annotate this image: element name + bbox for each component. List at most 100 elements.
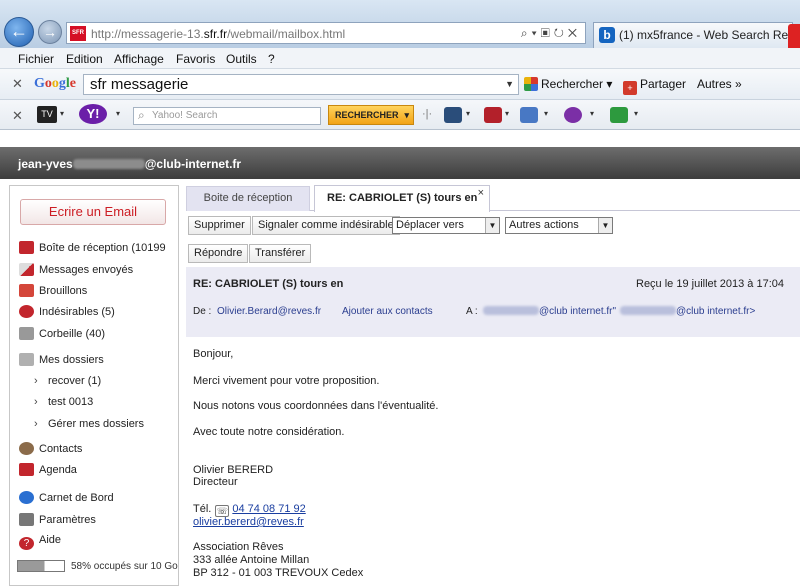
user-account-bar: jean-yves @club-internet.fr <box>0 147 800 179</box>
folder-trash[interactable]: Corbeille (40) <box>19 327 105 345</box>
chevron-down-icon[interactable]: ▾ <box>544 109 548 118</box>
browser-tab-title: (1) mx5france - Web Search Re... <box>619 28 799 42</box>
tab-message[interactable]: RE: CABRIOLET (S) tours en × <box>314 185 490 212</box>
report-spam-button[interactable]: Signaler comme indésirable <box>252 216 400 235</box>
compose-button[interactable]: Ecrire un Email <box>20 199 166 225</box>
signature-org: Association Rêves <box>193 541 284 553</box>
menu-affichage[interactable]: Affichage <box>114 52 164 66</box>
signature-address: 333 allée Antoine Millan <box>193 554 310 566</box>
chevron-down-icon[interactable]: ▾ <box>60 109 64 118</box>
google-search-button[interactable]: Rechercher ▾ <box>524 77 612 91</box>
chevron-down-icon[interactable]: ▾ <box>590 109 594 118</box>
signature-email-link[interactable]: olivier.bererd@reves.fr <box>193 516 304 528</box>
folder-inbox[interactable]: Boîte de réception (10199 <box>19 241 166 259</box>
delete-button[interactable]: Supprimer <box>188 216 251 235</box>
other-actions-select[interactable]: Autres actions ▼ <box>505 217 613 234</box>
share-button[interactable]: + Partager <box>623 77 686 95</box>
body-line: Merci vivement pour votre proposition. <box>193 375 380 387</box>
close-toolbar-icon[interactable]: ✕ <box>12 108 23 124</box>
signature-name: Olivier BERERD <box>193 464 274 476</box>
help-icon: ? <box>19 537 34 550</box>
phone-link[interactable]: 04 74 08 71 92 <box>232 503 305 515</box>
browser-titlebar: ← → SFR http://messagerie-13.sfr.fr/webm… <box>0 0 800 48</box>
close-tab-icon[interactable] <box>788 24 800 48</box>
calendar-icon <box>19 463 34 476</box>
menu-help[interactable]: ? <box>268 52 275 66</box>
folder-drafts[interactable]: Brouillons <box>19 284 87 302</box>
message-header: RE: CABRIOLET (S) tours en Reçu le 19 ju… <box>186 267 800 337</box>
mail-icon[interactable] <box>520 107 538 123</box>
dashboard-link[interactable]: Carnet de Bord <box>19 491 114 509</box>
google-logo: Google <box>34 76 76 91</box>
redacted-block <box>620 306 676 315</box>
menu-outils[interactable]: Outils <box>226 52 257 66</box>
alert-icon[interactable] <box>484 107 502 123</box>
close-toolbar-icon[interactable]: ✕ <box>12 76 23 92</box>
chevron-down-icon[interactable]: ▾ <box>634 109 638 118</box>
yahoo-search-input[interactable]: Yahoo! Search <box>133 107 321 125</box>
yahoo-rechercher-button[interactable]: RECHERCHER <box>328 105 414 125</box>
recipient-1[interactable]: @club internet.fr" <box>483 306 616 317</box>
menu-fichier[interactable]: Fichier <box>18 52 54 66</box>
bullet-icon: › <box>34 375 38 387</box>
more-button[interactable]: Autres » <box>697 77 742 91</box>
subfolder-test[interactable]: › test 0013 <box>34 396 93 414</box>
sender-email[interactable]: Olivier.Berard@reves.fr <box>217 306 321 317</box>
address-actions-icon[interactable]: ⌕▾▣↻✕ <box>521 26 581 41</box>
help-link[interactable]: ? Aide <box>19 534 61 552</box>
settings-link[interactable]: Paramètres <box>19 513 96 531</box>
chevron-down-icon[interactable]: ▼ <box>505 79 514 89</box>
chevron-down-icon: ▼ <box>485 218 499 233</box>
bing-favicon-icon: b <box>599 27 615 43</box>
bullet-icon: › <box>34 418 38 430</box>
mail-sidebar: Ecrire un Email Boîte de réception (1019… <box>9 185 179 586</box>
google-search-box[interactable]: ▼ <box>83 74 519 95</box>
widget-icon[interactable] <box>610 107 628 123</box>
subfolder-recover[interactable]: › recover (1) <box>34 375 101 393</box>
chevron-down-icon: ▼ <box>598 218 612 233</box>
tv-icon[interactable]: TV <box>37 106 57 123</box>
chevron-down-icon[interactable]: ▾ <box>466 109 470 118</box>
move-to-select[interactable]: Déplacer vers ▼ <box>392 217 500 234</box>
media-player-icon[interactable] <box>444 107 462 123</box>
user-email: jean-yves @club-internet.fr <box>18 157 242 171</box>
add-to-contacts-link[interactable]: Ajouter aux contacts <box>342 306 433 317</box>
tab-inbox[interactable]: Boite de réception <box>186 186 310 211</box>
messenger-icon[interactable] <box>564 107 582 123</box>
body-line: Nous notons vous coordonnées dans l'éven… <box>193 400 439 412</box>
signature-email: olivier.bererd@reves.fr <box>193 516 304 528</box>
menu-edition[interactable]: Edition <box>66 52 103 66</box>
storage-quota: 58% occupés sur 10 Go <box>17 560 178 572</box>
received-date: Reçu le 19 juillet 2013 à 17:04 <box>636 278 784 290</box>
forward-button[interactable]: Transférer <box>249 244 312 263</box>
trash-icon <box>19 327 34 340</box>
google-toolbar: ✕ Google ▼ Rechercher ▾ +Partager Autres… <box>0 69 800 100</box>
address-bar[interactable]: SFR http://messagerie-13.sfr.fr/webmail/… <box>66 22 586 44</box>
folder-my-folders[interactable]: Mes dossiers <box>19 353 104 371</box>
agenda-link[interactable]: Agenda <box>19 463 77 481</box>
mail-tabs: Boite de réception RE: CABRIOLET (S) tou… <box>186 185 800 212</box>
yahoo-logo-icon[interactable]: Y! <box>79 104 107 124</box>
redacted-block <box>483 306 539 315</box>
contacts-icon <box>19 442 34 455</box>
forward-button[interactable]: → <box>38 20 62 44</box>
folder-spam[interactable]: Indésirables (5) <box>19 305 115 323</box>
manage-folders-link[interactable]: › Gérer mes dossiers <box>34 418 144 436</box>
chevron-down-icon[interactable]: ▾ <box>116 109 120 118</box>
recipient-2[interactable]: @club internet.fr> <box>620 306 755 317</box>
close-icon[interactable]: × <box>478 187 484 199</box>
menu-favoris[interactable]: Favoris <box>176 52 215 66</box>
sfr-favicon-icon: SFR <box>70 26 86 41</box>
chevron-down-icon[interactable]: ▾ <box>505 109 509 118</box>
google-search-input[interactable] <box>84 75 494 94</box>
browser-tab[interactable]: b (1) mx5france - Web Search Re... <box>593 22 798 48</box>
reply-button[interactable]: Répondre <box>188 244 249 263</box>
body-line: Avec toute notre considération. <box>193 426 345 438</box>
wrench-icon <box>19 513 34 526</box>
folder-sent[interactable]: Messages envoyés <box>19 263 133 281</box>
signature-address: BP 312 - 01 003 TREVOUX Cedex <box>193 567 364 579</box>
contacts-link[interactable]: Contacts <box>19 442 82 460</box>
quota-bar <box>17 560 65 572</box>
spacer <box>0 131 800 147</box>
back-button[interactable]: ← <box>4 17 34 47</box>
